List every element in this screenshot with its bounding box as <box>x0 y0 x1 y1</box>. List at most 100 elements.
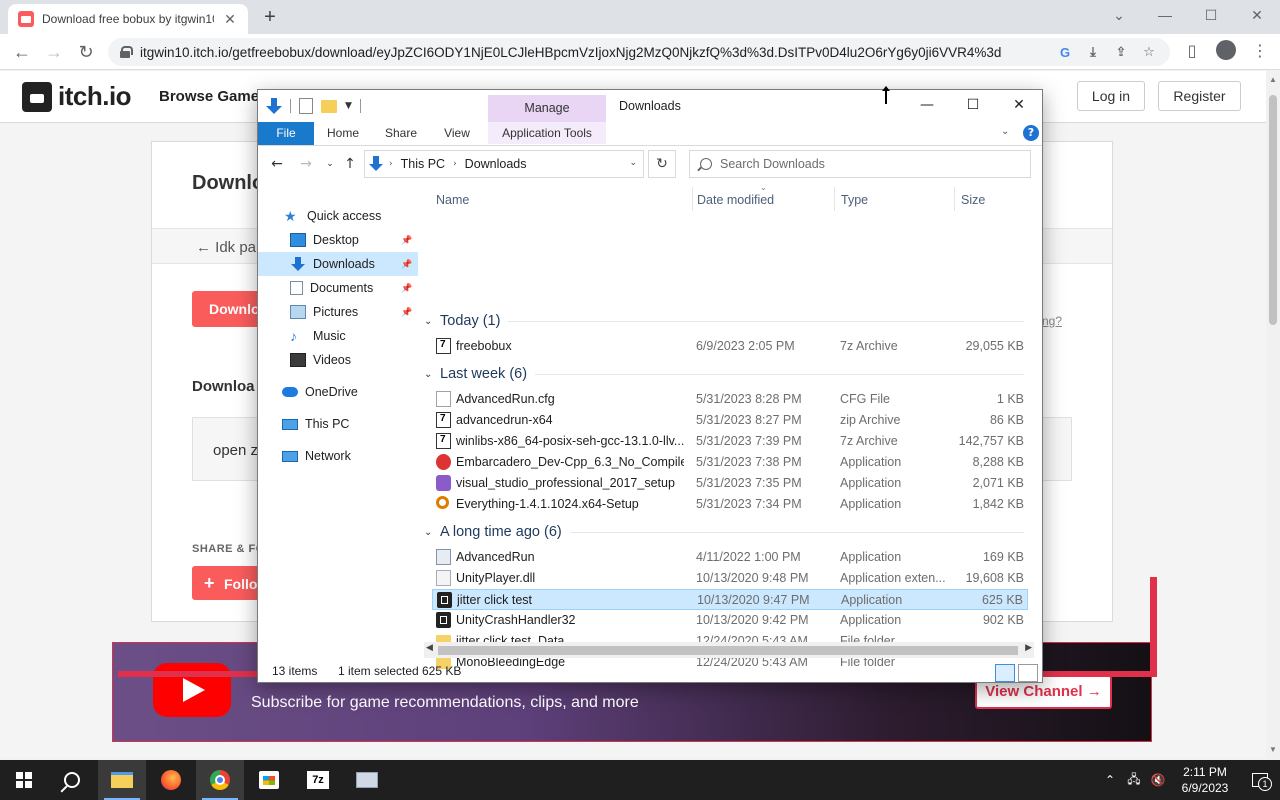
file-row[interactable]: UnityPlayer.dll 10/13/2020 9:48 PM Appli… <box>432 568 1028 589</box>
register-button[interactable]: Register <box>1158 81 1241 111</box>
tab-view[interactable]: View <box>432 122 482 145</box>
file-row[interactable]: visual_studio_professional_2017_setup 5/… <box>432 473 1028 494</box>
browser-close-button[interactable]: ✕ <box>1234 0 1280 30</box>
page-scroll-thumb[interactable] <box>1269 95 1277 325</box>
properties-icon[interactable] <box>299 98 313 114</box>
url-text[interactable]: itgwin10.itch.io/getfreebobux/download/e… <box>140 45 1046 60</box>
collapse-chevron-icon[interactable]: ⌄ <box>424 369 440 380</box>
explorer-close-button[interactable]: ✕ <box>996 90 1042 120</box>
scroll-up-icon[interactable]: ▲ <box>1269 75 1277 84</box>
scroll-down-icon[interactable]: ▼ <box>1269 745 1277 754</box>
column-divider[interactable] <box>954 187 955 211</box>
explorer-address-bar[interactable]: › This PC › Downloads ⌄ <box>364 150 644 178</box>
install-app-icon[interactable]: ⤓ <box>1084 44 1102 60</box>
side-panel-icon[interactable]: ▯ <box>1180 40 1204 64</box>
customize-qat-icon[interactable]: ▼ <box>345 101 352 111</box>
column-header-date[interactable]: Date modified <box>697 193 774 207</box>
show-hidden-icons-icon[interactable]: ⌃ <box>1098 773 1122 787</box>
tab-file[interactable]: File <box>258 122 314 145</box>
explorer-search-box[interactable]: Search Downloads <box>689 150 1031 178</box>
file-row[interactable]: AdvancedRun 4/11/2022 1:00 PM Applicatio… <box>432 547 1028 568</box>
large-icons-view-icon[interactable] <box>1018 664 1038 682</box>
volume-muted-icon[interactable]: 🔇 <box>1146 773 1170 787</box>
explorer-titlebar[interactable]: ▼ Manage Downloads — ☐ ✕ <box>258 90 1042 122</box>
breadcrumb-chevron-icon[interactable]: › <box>389 159 393 169</box>
login-button[interactable]: Log in <box>1077 81 1145 111</box>
explorer-forward-icon[interactable]: → <box>296 156 316 172</box>
itch-logo[interactable]: itch.io <box>22 81 132 112</box>
column-header-type[interactable]: Type <box>841 193 868 207</box>
browser-minimize-button[interactable]: — <box>1142 0 1188 30</box>
reload-button[interactable]: ↻ <box>74 40 98 64</box>
tab-application-tools[interactable]: Application Tools <box>488 122 606 145</box>
system-clock[interactable]: 2:11 PM 6/9/2023 <box>1170 764 1240 796</box>
details-view-icon[interactable] <box>995 664 1015 682</box>
chrome-menu-icon[interactable]: ⋮ <box>1248 40 1272 64</box>
explorer-minimize-button[interactable]: — <box>904 90 950 120</box>
taskbar-7zip[interactable]: 7z <box>294 760 342 800</box>
help-icon[interactable]: ? <box>1023 125 1039 141</box>
file-row[interactable]: AdvancedRun.cfg 5/31/2023 8:28 PM CFG Fi… <box>432 389 1028 410</box>
taskbar-store[interactable] <box>245 760 293 800</box>
tab-close-icon[interactable]: ✕ <box>222 11 238 28</box>
file-row[interactable]: UnityCrashHandler32 10/13/2020 9:42 PM A… <box>432 610 1028 631</box>
recent-locations-icon[interactable]: ⌄ <box>320 159 340 169</box>
breadcrumb-this-pc[interactable]: This PC <box>401 157 445 171</box>
taskbar-file-explorer[interactable] <box>98 760 146 800</box>
pin-icon[interactable]: 📌 <box>401 283 412 294</box>
pin-icon[interactable]: 📌 <box>401 259 412 270</box>
new-tab-button[interactable]: + <box>258 6 282 28</box>
pin-icon[interactable]: 📌 <box>401 307 412 318</box>
new-folder-icon[interactable] <box>321 99 337 113</box>
nav-downloads[interactable]: Downloads 📌 <box>258 252 418 276</box>
collapse-chevron-icon[interactable]: ⌄ <box>424 316 440 327</box>
group-header-long-ago[interactable]: ⌄ A long time ago (6) <box>424 521 1024 543</box>
nav-music[interactable]: ♪ Music <box>258 324 418 348</box>
pin-icon[interactable]: 📌 <box>401 235 412 246</box>
browser-tab-active[interactable]: Download free bobux by itgwin10 ✕ <box>8 4 248 34</box>
bookmark-star-icon[interactable]: ☆ <box>1140 44 1158 60</box>
file-row[interactable]: Everything-1.4.1.1024.x64-Setup 5/31/202… <box>432 494 1028 515</box>
nav-desktop[interactable]: Desktop 📌 <box>258 228 418 252</box>
back-button[interactable]: ← <box>10 40 34 64</box>
up-folder-icon[interactable]: ↑ <box>340 156 360 172</box>
group-header-last-week[interactable]: ⌄ Last week (6) <box>424 363 1024 385</box>
explorer-maximize-button[interactable]: ☐ <box>950 90 996 120</box>
nav-pictures[interactable]: Pictures 📌 <box>258 300 418 324</box>
collapse-chevron-icon[interactable]: ⌄ <box>424 527 440 538</box>
taskbar-chrome[interactable] <box>196 760 244 800</box>
profile-avatar[interactable] <box>1214 40 1238 64</box>
column-divider[interactable] <box>692 187 693 211</box>
taskbar-advancedrun[interactable] <box>343 760 391 800</box>
browse-games-link[interactable]: Browse Games <box>159 88 267 105</box>
nav-documents[interactable]: Documents 📌 <box>258 276 418 300</box>
notification-center-button[interactable]: 1 <box>1240 760 1280 800</box>
start-button[interactable] <box>0 760 48 800</box>
taskbar-search-button[interactable] <box>48 760 96 800</box>
network-status-icon[interactable]: 🖧 <box>1122 770 1146 791</box>
file-list-hscrollbar[interactable]: ◀ ▶ <box>424 642 1034 658</box>
address-bar[interactable]: itgwin10.itch.io/getfreebobux/download/e… <box>108 38 1170 66</box>
share-icon[interactable]: ⇪ <box>1112 44 1130 60</box>
tab-share[interactable]: Share <box>376 122 426 145</box>
nav-onedrive[interactable]: OneDrive <box>258 380 418 404</box>
back-link[interactable]: ← Idk pa <box>196 239 256 256</box>
search-placeholder[interactable]: Search Downloads <box>720 157 825 171</box>
scroll-left-icon[interactable]: ◀ <box>426 643 433 653</box>
taskbar-firefox[interactable] <box>147 760 195 800</box>
address-dropdown-icon[interactable]: ⌄ <box>629 158 637 168</box>
column-header-size[interactable]: Size <box>961 193 985 207</box>
group-header-today[interactable]: ⌄ Today (1) <box>424 310 1024 332</box>
hscroll-thumb[interactable] <box>438 646 1018 655</box>
browser-maximize-button[interactable]: ☐ <box>1188 0 1234 30</box>
breadcrumb-downloads[interactable]: Downloads <box>465 157 527 171</box>
manage-context-tab[interactable]: Manage <box>488 95 606 122</box>
file-row[interactable]: freebobux 6/9/2023 2:05 PM 7z Archive 29… <box>432 336 1028 357</box>
nav-quick-access[interactable]: ★ Quick access <box>258 204 418 228</box>
file-row[interactable]: winlibs-x86_64-posix-seh-gcc-13.1.0-llv.… <box>432 431 1028 452</box>
page-scrollbar[interactable]: ▲ ▼ <box>1266 71 1280 758</box>
nav-videos[interactable]: Videos <box>258 348 418 372</box>
tab-home[interactable]: Home <box>316 122 370 145</box>
google-translate-icon[interactable]: G <box>1056 45 1074 60</box>
column-divider[interactable] <box>834 187 835 211</box>
